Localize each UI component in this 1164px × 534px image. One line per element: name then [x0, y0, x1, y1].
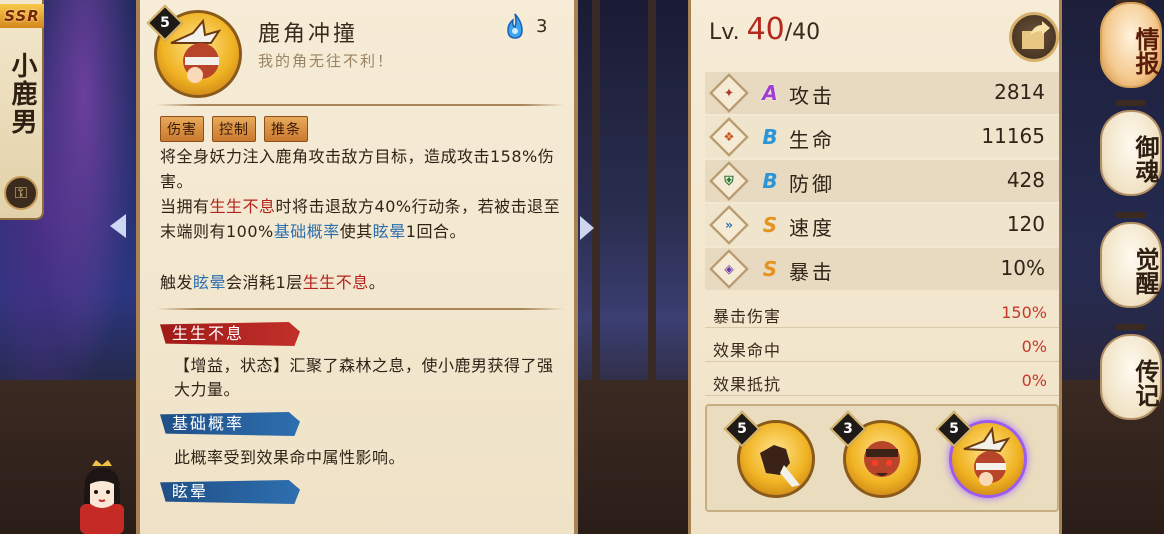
stat-value: 2814: [994, 80, 1045, 104]
character-nameplate: SSR 小鹿男 ⚿: [0, 0, 44, 220]
character-name: 小鹿男: [7, 52, 37, 136]
stat-row-defense: ⛨ B 防御 428: [705, 160, 1059, 202]
prev-arrow-icon[interactable]: [110, 214, 126, 238]
stat-name: 速度: [789, 216, 835, 240]
stat-name: 攻击: [789, 84, 835, 108]
lock-icon[interactable]: ⚿: [4, 176, 38, 210]
onibi-orb-icon: [507, 13, 523, 39]
skill-tray: 5 3 5: [705, 404, 1059, 512]
stat-value: 10%: [1000, 256, 1045, 280]
crit-icon: ◈: [709, 249, 749, 289]
skill-detail-panel: 5 鹿角冲撞 我的角无往不利！ 3 伤害 控制 推条 将全身妖力注入鹿角攻击敌方…: [136, 0, 578, 534]
stat-value: 11165: [981, 124, 1045, 148]
keyword-ribbon-xuanyun: 眩晕: [160, 480, 300, 504]
stat-value: 120: [1006, 212, 1045, 236]
next-arrow-icon[interactable]: [580, 216, 594, 240]
skill-description-2: 当拥有生生不息时将击退敌方40%行动条，若被击退至末端则有100%基础概率使其眩…: [160, 197, 561, 241]
divider: [156, 104, 564, 106]
stat-row-crit: ◈ S 暴击 10%: [705, 248, 1059, 290]
keyword-ribbon-shengshengbuxi: 生生不息: [160, 322, 300, 346]
grade-badge: B: [762, 125, 778, 149]
stat-row-health: ❖ B 生命 11165: [705, 116, 1059, 158]
sub-stat-effect-hit: 效果命中 0%: [705, 332, 1059, 362]
tab-info[interactable]: 情报: [1100, 2, 1162, 88]
tab-cap: [1116, 212, 1146, 218]
defense-icon: ⛨: [709, 161, 749, 201]
stats-panel: Lv. 40/40 ✦ A 攻击 2814 ❖ B 生命 11165 ⛨ B 防…: [688, 0, 1062, 534]
stat-name: 生命: [789, 128, 835, 152]
tab-biography[interactable]: 传记: [1100, 334, 1162, 420]
keyword-definition-shengshengbuxi: 【增益，状态】汇聚了森林之息，使小鹿男获得了强大力量。: [174, 356, 554, 399]
tab-awaken[interactable]: 觉醒: [1100, 222, 1162, 308]
sub-stat-effect-resist: 效果抵抗 0%: [705, 366, 1059, 396]
stat-name: 防御: [789, 172, 835, 196]
assistant-avatar[interactable]: [70, 460, 134, 534]
skill-description-3: 触发眩晕会消耗1层生生不息。: [160, 273, 386, 292]
stat-value: 428: [1006, 168, 1045, 192]
grade-badge: A: [762, 81, 778, 105]
keyword-definition-jichugailv: 此概率受到效果命中属性影响。: [174, 448, 406, 467]
skill-tags: 伤害 控制 推条: [160, 116, 308, 142]
rarity-badge: SSR: [0, 4, 44, 28]
tag-control: 控制: [212, 116, 256, 142]
stat-row-speed: » S 速度 120: [705, 204, 1059, 246]
orb-cost: 3: [536, 16, 548, 37]
share-icon: [1022, 21, 1050, 49]
grade-badge: B: [762, 169, 778, 193]
grade-badge: S: [762, 257, 778, 281]
tab-soul[interactable]: 御魂: [1100, 110, 1162, 196]
divider: [156, 308, 564, 310]
health-icon: ❖: [709, 117, 749, 157]
stat-row-attack: ✦ A 攻击 2814: [705, 72, 1059, 114]
stat-name: 暴击: [789, 260, 835, 284]
share-button[interactable]: [1009, 12, 1059, 62]
skill-description-1: 将全身妖力注入鹿角攻击敌方目标，造成攻击158%伤害。: [160, 147, 555, 191]
tag-damage: 伤害: [160, 116, 204, 142]
speed-icon: »: [709, 205, 749, 245]
tab-cap: [1116, 324, 1146, 330]
grade-badge: S: [762, 213, 778, 237]
attack-icon: ✦: [709, 73, 749, 113]
tag-push: 推条: [264, 116, 308, 142]
level-label: Lv. 40/40: [709, 12, 821, 47]
skill-title: 鹿角冲撞: [258, 22, 359, 47]
skill-subtitle: 我的角无往不利！: [258, 52, 395, 70]
keyword-ribbon-jichugailv: 基础概率: [160, 412, 300, 436]
tab-cap: [1116, 100, 1146, 106]
sub-stat-crit-damage: 暴击伤害 150%: [705, 298, 1059, 328]
